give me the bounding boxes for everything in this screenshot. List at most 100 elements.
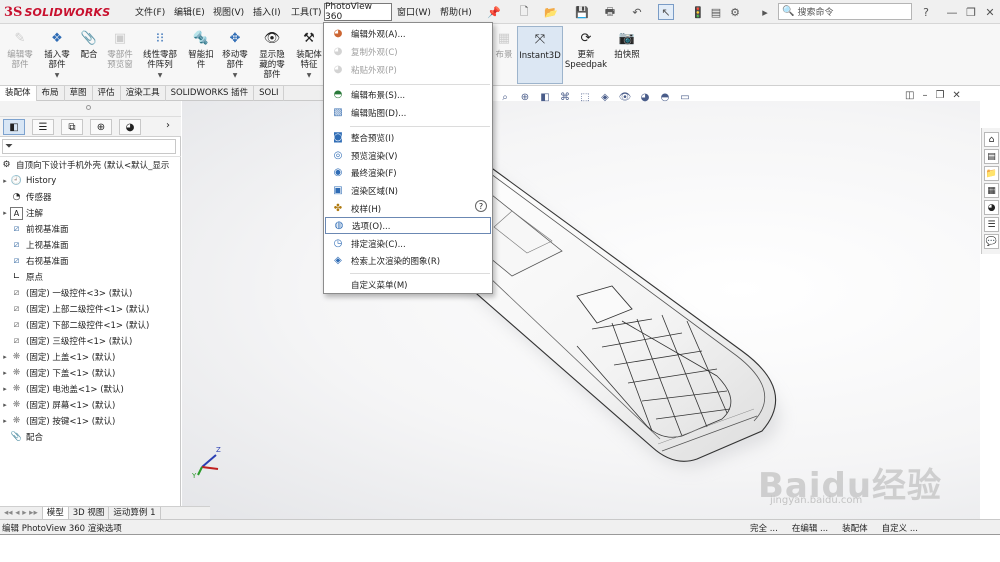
tab-sketch[interactable]: 草图 <box>65 86 93 101</box>
tab-truncated[interactable]: SOLI <box>254 86 285 101</box>
take-snapshot-button[interactable]: 📷 拍快照 <box>610 26 644 84</box>
zoom-area-icon[interactable]: ⊕ <box>517 90 533 104</box>
open-file-icon[interactable]: 📂 <box>543 4 559 20</box>
insert-component-button[interactable]: ❖ 插入零 部件 ▼ <box>38 26 76 84</box>
expand-arrow-icon[interactable]: ▸ <box>0 385 10 393</box>
expand-arrow-icon[interactable]: ▸ <box>0 417 10 425</box>
menu-item-schedule-render[interactable]: ◷ 排定渲染(C)... <box>325 235 491 252</box>
edit-appearance-icon[interactable]: ◕ <box>637 90 653 104</box>
appearances-icon[interactable]: ◕ <box>984 200 999 215</box>
hidden-ribbon-button[interactable]: ▦ 布景 <box>492 26 516 84</box>
menu-item-integrated-preview[interactable]: ◙ 整合预览(I) <box>325 129 491 146</box>
minimize-icon[interactable]: — <box>944 4 960 20</box>
menu-item-edit-decal[interactable]: ▧ 编辑贴图(D)... <box>325 104 491 121</box>
rebuild-icon[interactable]: 🚦 <box>690 4 706 20</box>
view-settings-icon[interactable]: ▭ <box>677 90 693 104</box>
instant3d-button[interactable]: ⤧ Instant3D <box>517 26 563 84</box>
menu-window[interactable]: 窗口(W) <box>397 5 431 19</box>
linear-pattern-button[interactable]: ⁝⁝ 线性零部 件阵列 ▼ <box>138 26 182 84</box>
menu-photoview360[interactable]: PhotoView 360 <box>324 2 392 22</box>
menu-item-preview-render[interactable]: ◎ 预览渲染(V) <box>325 147 491 164</box>
tree-root[interactable]: ⚙ 自顶向下设计手机外壳 (默认<默认_显示 <box>0 157 181 173</box>
tree-item-upper-cover[interactable]: ▸ ❋ (固定) 上盖<1> (默认) <box>0 349 181 365</box>
menu-item-edit-scene[interactable]: ◓ 编辑布景(S)... <box>325 86 491 103</box>
apply-scene-icon[interactable]: ◓ <box>657 90 673 104</box>
options-gear-icon[interactable]: ⚙ <box>727 4 743 20</box>
filter-field[interactable]: ⏷ <box>2 139 176 154</box>
phone-model[interactable] <box>182 101 980 519</box>
tree-item-keys[interactable]: ▸ ❋ (固定) 按键<1> (默认) <box>0 413 181 429</box>
tab-render-tools[interactable]: 渲染工具 <box>121 86 166 101</box>
undo-icon[interactable]: ↶ <box>629 4 645 20</box>
panel-icon[interactable]: ◫ <box>905 90 914 104</box>
update-speedpak-button[interactable]: ⟳ 更新 Speedpak <box>565 26 607 84</box>
menu-item-final-render[interactable]: ◉ 最终渲染(F) <box>325 164 491 181</box>
solidworks-logo[interactable]: 3S SOLIDWORKS <box>4 3 114 21</box>
display-style-icon[interactable]: ◈ <box>597 90 613 104</box>
tab-assembly[interactable]: 装配体 <box>0 86 37 101</box>
tree-item-mates[interactable]: 📎 配合 <box>0 429 181 445</box>
menu-insert[interactable]: 插入(I) <box>253 5 281 19</box>
tree-item-origin[interactable]: ∟ 原点 <box>0 269 181 285</box>
restore-icon[interactable]: ❐ <box>963 4 979 20</box>
tree-item-right-plane[interactable]: ⧄ 右视基准面 <box>0 253 181 269</box>
property-manager-tab-icon[interactable]: ☰ <box>32 119 54 135</box>
tree-item-battery-cover[interactable]: ▸ ❋ (固定) 电池盖<1> (默认) <box>0 381 181 397</box>
tree-item-front-plane[interactable]: ⧄ 前视基准面 <box>0 221 181 237</box>
file-explorer-icon[interactable]: 📁 <box>984 166 999 181</box>
select-icon[interactable]: ↖ <box>658 4 674 20</box>
doc-restore-icon[interactable]: ❐ <box>935 90 944 104</box>
menu-file[interactable]: 文件(F) <box>135 5 165 19</box>
dimxpert-tab-icon[interactable]: ⊕ <box>90 119 112 135</box>
menu-item-paste-appearance[interactable]: ◕ 粘贴外观(P) <box>325 61 491 78</box>
help-icon[interactable]: ? <box>475 200 487 212</box>
display-manager-tab-icon[interactable]: ◕ <box>119 119 141 135</box>
graphics-area[interactable]: Z Y <box>182 101 980 519</box>
tab-addins[interactable]: SOLIDWORKS 插件 <box>166 86 255 101</box>
dynamic-annotation-icon[interactable]: ⌘ <box>557 90 573 104</box>
edit-component-button[interactable]: ✎ 编辑零 部件 <box>2 26 38 84</box>
menu-item-edit-appearance[interactable]: ◕ 编辑外观(A)... <box>325 25 491 42</box>
tree-item-annotations[interactable]: ▸ A 注解 <box>0 205 181 221</box>
menu-item-options[interactable]: ◍ 选项(O)... <box>325 217 491 234</box>
file-properties-icon[interactable]: ▤ <box>708 4 724 20</box>
tree-item-top-plane[interactable]: ⧄ 上视基准面 <box>0 237 181 253</box>
menu-item-proof[interactable]: ✤ 校样(H) <box>325 200 491 217</box>
feature-manager-tab-icon[interactable]: ◧ <box>3 119 25 135</box>
move-component-button[interactable]: ✥ 移动零 部件 ▼ <box>218 26 252 84</box>
chevron-right-icon[interactable]: › <box>166 120 170 131</box>
tree-item-control-2-lower[interactable]: ⧄ (固定) 下部二级控件<1> (默认) <box>0 317 181 333</box>
component-preview-button[interactable]: ▣ 零部件 预览窗 <box>102 26 138 84</box>
panel-grip[interactable] <box>0 101 181 117</box>
tree-item-screen[interactable]: ▸ ❋ (固定) 屏幕<1> (默认) <box>0 397 181 413</box>
menu-edit[interactable]: 编辑(E) <box>174 5 205 19</box>
tree-item-lower-cover[interactable]: ▸ ❋ (固定) 下盖<1> (默认) <box>0 365 181 381</box>
expand-arrow-icon[interactable]: ▸ <box>757 4 773 20</box>
doc-close-icon[interactable]: ✕ <box>952 90 960 104</box>
smart-fasteners-button[interactable]: 🔩 智能扣 件 <box>184 26 218 84</box>
tab-layout[interactable]: 布局 <box>37 86 65 101</box>
menu-item-customize-menu[interactable]: 自定义菜单(M) <box>325 276 491 293</box>
forum-icon[interactable]: 💬 <box>984 234 999 249</box>
save-icon[interactable]: 💾 <box>574 4 590 20</box>
tree-item-sensors[interactable]: ◔ 传感器 <box>0 189 181 205</box>
section-view-icon[interactable]: ◧ <box>537 90 553 104</box>
menu-item-render-region[interactable]: ▣ 渲染区域(N) <box>325 182 491 199</box>
show-hidden-button[interactable]: 👁 显示隐 藏的零 部件 <box>254 26 290 84</box>
mate-button[interactable]: 📎 配合 <box>76 26 102 84</box>
design-library-icon[interactable]: ▤ <box>984 149 999 164</box>
menu-view[interactable]: 视图(V) <box>213 5 244 19</box>
expand-arrow-icon[interactable]: ▸ <box>0 209 10 217</box>
help-icon[interactable]: ? <box>918 4 934 20</box>
close-icon[interactable]: ✕ <box>982 4 998 20</box>
expand-arrow-icon[interactable]: ▸ <box>0 177 10 185</box>
menu-item-copy-appearance[interactable]: ◕ 复制外观(C) <box>325 43 491 60</box>
view-palette-icon[interactable]: ▦ <box>984 183 999 198</box>
print-icon[interactable]: 🖶 <box>602 4 618 20</box>
doc-minimize-icon[interactable]: – <box>922 90 927 104</box>
assembly-features-button[interactable]: ⚒ 装配体 特征 ▼ <box>293 26 325 84</box>
view-orientation-icon[interactable]: ⬚ <box>577 90 593 104</box>
hide-show-icon[interactable]: 👁 <box>617 90 633 104</box>
menu-item-retrieve-render[interactable]: ◈ 检索上次渲染的图象(R) <box>325 252 491 269</box>
tree-item-control-3[interactable]: ⧄ (固定) 三级控件<1> (默认) <box>0 333 181 349</box>
